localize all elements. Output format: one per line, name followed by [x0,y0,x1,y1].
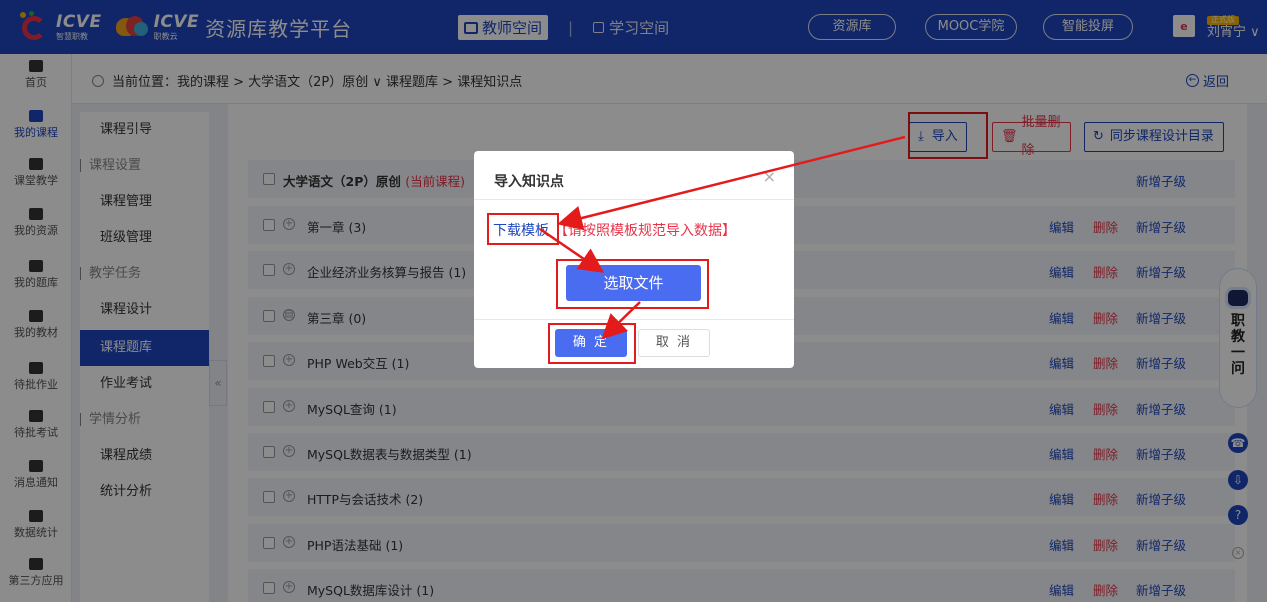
dialog-footer-divider [474,319,794,320]
close-icon[interactable]: × [763,167,776,186]
dialog-divider [474,199,794,200]
annotation-box-download [487,213,559,245]
template-tip: 【请按照模板规范导入数据】 [554,223,736,239]
annotation-box-choose [556,259,709,309]
dialog-title: 导入知识点 [494,174,564,190]
cancel-button[interactable]: 取 消 [638,329,710,357]
import-dialog: 导入知识点 × 下载模板 【请按照模板规范导入数据】 选取文件 确 定 取 消 [474,151,794,368]
annotation-box-confirm [548,323,636,364]
